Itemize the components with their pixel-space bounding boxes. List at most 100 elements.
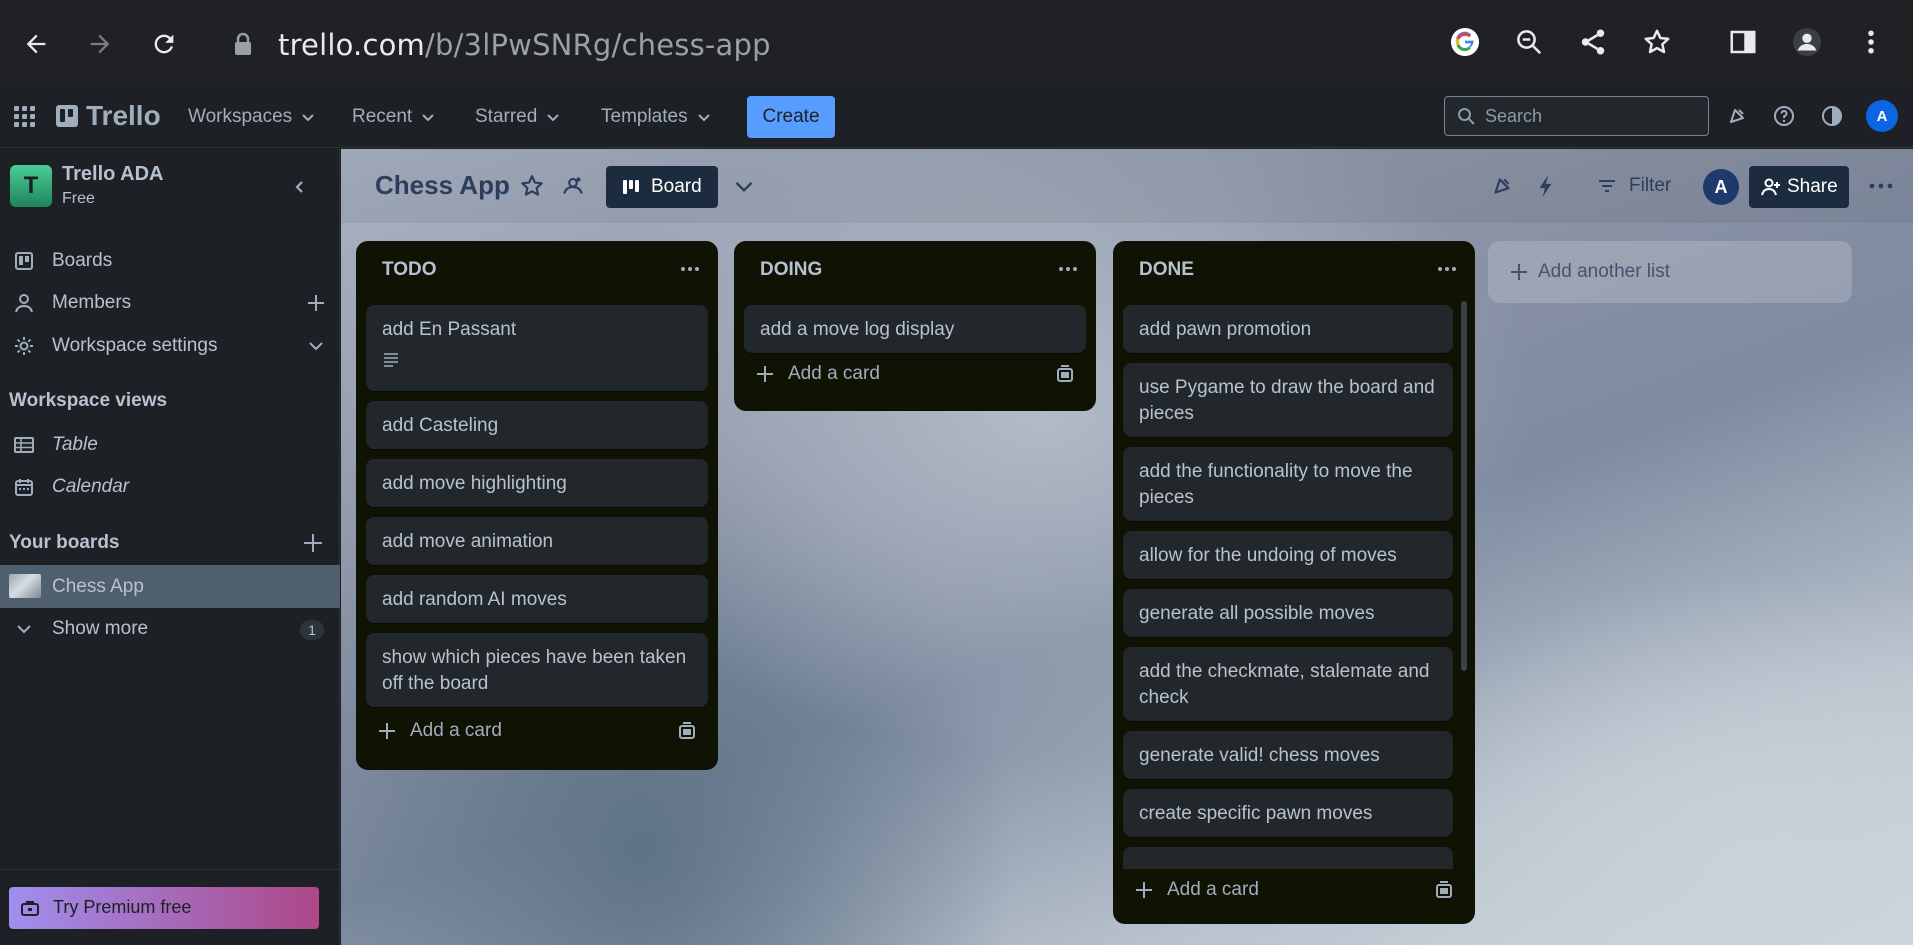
card-template-icon[interactable] bbox=[1434, 880, 1454, 900]
card[interactable]: use Pygame to draw the board and pieces bbox=[1123, 363, 1453, 437]
theme-icon[interactable] bbox=[1818, 102, 1846, 130]
sidebar-item-table[interactable]: Table bbox=[0, 425, 340, 465]
create-button[interactable]: Create bbox=[747, 96, 835, 138]
sidebar-item-label: Calendar bbox=[52, 476, 130, 497]
sidebar-item-workspace-settings[interactable]: Workspace settings bbox=[0, 326, 340, 366]
plus-icon bbox=[1511, 264, 1527, 280]
workspace-avatar: T bbox=[10, 165, 52, 207]
google-icon[interactable] bbox=[1443, 20, 1487, 64]
sidebar-item-members[interactable]: Members bbox=[0, 283, 340, 323]
person-icon bbox=[15, 294, 33, 313]
menu-recent[interactable]: Recent bbox=[352, 100, 436, 134]
card[interactable]: create specific pawn moves bbox=[1123, 789, 1453, 837]
sidebar-item-boards[interactable]: Boards bbox=[0, 241, 340, 281]
zoom-out-icon[interactable] bbox=[1507, 20, 1551, 64]
list-title[interactable]: TODO bbox=[382, 259, 437, 281]
help-icon[interactable] bbox=[1770, 102, 1798, 130]
reload-icon[interactable] bbox=[144, 24, 184, 64]
filter-button[interactable]: Filter bbox=[1597, 169, 1671, 203]
board-member-avatar[interactable]: A bbox=[1703, 169, 1739, 205]
sidebar: T Trello ADA Free Boards Members Workspa… bbox=[0, 149, 340, 945]
card-title: create specific pawn moves bbox=[1139, 803, 1373, 824]
card[interactable]: add move animation bbox=[366, 517, 708, 565]
list-menu-icon[interactable] bbox=[678, 259, 702, 279]
workspace-plan: Free bbox=[62, 190, 95, 207]
card[interactable]: add Casteling bbox=[366, 401, 708, 449]
menu-workspaces[interactable]: Workspaces bbox=[188, 100, 316, 134]
add-card-button[interactable]: Add a card bbox=[378, 720, 502, 742]
card-template-icon[interactable] bbox=[677, 721, 697, 741]
automation-icon[interactable] bbox=[1533, 173, 1559, 199]
more-icon[interactable] bbox=[1866, 173, 1896, 199]
star-board-icon[interactable] bbox=[519, 173, 545, 199]
add-list-button[interactable]: Add another list bbox=[1488, 241, 1852, 303]
menu-label: Starred bbox=[475, 106, 538, 127]
board-title[interactable]: Chess App bbox=[375, 170, 510, 201]
add-card-label: Add a card bbox=[788, 363, 880, 384]
card-partial[interactable] bbox=[1123, 847, 1453, 869]
notifications-icon[interactable] bbox=[1723, 102, 1751, 130]
search-input[interactable]: Search bbox=[1444, 96, 1709, 136]
card-title: generate valid! chess moves bbox=[1139, 745, 1380, 766]
list-title[interactable]: DONE bbox=[1139, 259, 1194, 281]
list-done: DONE add pawn promotion use Pygame to dr… bbox=[1113, 241, 1475, 924]
card-template-icon[interactable] bbox=[1055, 364, 1075, 384]
list-title[interactable]: DOING bbox=[760, 259, 822, 281]
menu-label: Workspaces bbox=[188, 106, 293, 127]
card[interactable]: allow for the undoing of moves bbox=[1123, 531, 1453, 579]
sidebar-item-calendar[interactable]: Calendar bbox=[0, 467, 340, 507]
app-switcher-icon[interactable] bbox=[12, 104, 36, 128]
power-ups-icon[interactable] bbox=[1489, 173, 1515, 199]
kebab-menu-icon[interactable] bbox=[1849, 20, 1893, 64]
card[interactable]: add the checkmate, stalemate and check bbox=[1123, 647, 1453, 721]
try-premium-button[interactable]: Try Premium free bbox=[9, 887, 319, 929]
plus-icon bbox=[757, 366, 773, 382]
card[interactable]: add a move log display bbox=[744, 305, 1086, 353]
share-button[interactable]: Share bbox=[1749, 166, 1849, 208]
add-card-button[interactable]: Add a card bbox=[756, 363, 880, 385]
card[interactable]: show which pieces have been taken off th… bbox=[366, 633, 708, 707]
share-label: Share bbox=[1787, 176, 1838, 197]
card[interactable]: add En Passant bbox=[366, 305, 708, 391]
premium-label: Try Premium free bbox=[53, 897, 192, 917]
plus-icon[interactable] bbox=[306, 293, 326, 313]
card[interactable]: generate all possible moves bbox=[1123, 589, 1453, 637]
show-more-button[interactable]: Show more 1 bbox=[0, 609, 340, 649]
card[interactable]: add random AI moves bbox=[366, 575, 708, 623]
list-menu-icon[interactable] bbox=[1435, 259, 1459, 279]
workspace-name[interactable]: Trello ADA bbox=[62, 163, 164, 186]
menu-label: Recent bbox=[352, 106, 413, 127]
address-bar[interactable]: trello.com/b/3lPwSNRg/chess-app bbox=[210, 12, 1350, 76]
collapse-sidebar-icon[interactable] bbox=[286, 173, 314, 201]
sidebar-item-label: Members bbox=[52, 292, 132, 313]
sidepanel-icon[interactable] bbox=[1721, 20, 1765, 64]
trello-logo[interactable]: Trello bbox=[56, 100, 161, 132]
chevron-down-icon[interactable] bbox=[731, 173, 757, 199]
board-view-button[interactable]: Board bbox=[606, 166, 718, 208]
list-scrollbar[interactable] bbox=[1461, 301, 1467, 671]
add-list-label: Add another list bbox=[1538, 261, 1671, 282]
menu-starred[interactable]: Starred bbox=[475, 100, 561, 134]
card[interactable]: add the functionality to move the pieces bbox=[1123, 447, 1453, 521]
forward-icon[interactable] bbox=[80, 24, 120, 64]
back-icon[interactable] bbox=[16, 24, 56, 64]
menu-templates[interactable]: Templates bbox=[601, 100, 712, 134]
done-cards-scroll[interactable]: add pawn promotion use Pygame to draw th… bbox=[1113, 301, 1475, 869]
card-title: add the checkmate, stalemate and check bbox=[1139, 661, 1430, 708]
star-icon[interactable] bbox=[1635, 20, 1679, 64]
card[interactable]: generate valid! chess moves bbox=[1123, 731, 1453, 779]
avatar[interactable]: A bbox=[1866, 100, 1898, 132]
sidebar-board-chess-app[interactable]: Chess App bbox=[0, 565, 340, 608]
list-menu-icon[interactable] bbox=[1056, 259, 1080, 279]
add-card-button[interactable]: Add a card bbox=[1135, 879, 1259, 901]
card[interactable]: add move highlighting bbox=[366, 459, 708, 507]
description-icon bbox=[384, 353, 398, 367]
profile-icon[interactable] bbox=[1785, 20, 1829, 64]
add-board-plus-icon[interactable] bbox=[302, 532, 324, 554]
share-icon[interactable] bbox=[1571, 20, 1615, 64]
visibility-icon[interactable] bbox=[560, 173, 586, 199]
url-path: /b/3lPwSNRg/chess-app bbox=[425, 28, 771, 62]
menu-label: Templates bbox=[601, 106, 688, 127]
card-title: add move highlighting bbox=[382, 473, 567, 494]
card[interactable]: add pawn promotion bbox=[1123, 305, 1453, 353]
